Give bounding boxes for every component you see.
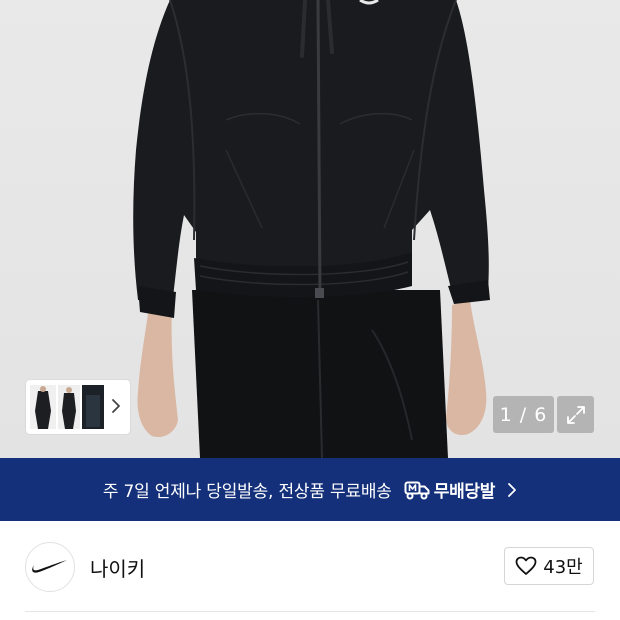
truck-icon	[404, 481, 430, 499]
brand-name[interactable]: 나이키	[90, 553, 145, 582]
image-page-counter: 1 / 6	[493, 396, 554, 433]
heart-icon	[515, 556, 537, 575]
thumbnail-strip[interactable]	[26, 380, 130, 434]
swoosh-icon	[32, 560, 67, 573]
thumbnail-image[interactable]	[58, 385, 80, 429]
product-image-gallery[interactable]: 1 / 6	[0, 0, 620, 458]
chevron-right-icon	[508, 482, 517, 497]
like-button[interactable]: 43만	[504, 547, 594, 585]
thumbnail-image[interactable]	[30, 385, 56, 429]
shipping-banner[interactable]: 주 7일 언제나 당일발송, 전상품 무료배송 무배당발	[0, 458, 620, 521]
section-divider	[25, 611, 595, 612]
thumbnail-image[interactable]	[82, 385, 104, 429]
brand-logo[interactable]	[25, 542, 75, 592]
banner-badge: 무배당발	[404, 477, 495, 502]
expand-button[interactable]	[557, 396, 594, 433]
brand-row: 나이키 43만	[0, 521, 620, 611]
expand-icon	[566, 405, 585, 424]
banner-badge-label: 무배당발	[433, 482, 496, 502]
like-count: 43만	[543, 557, 583, 578]
chevron-right-icon[interactable]	[110, 397, 122, 415]
banner-text: 주 7일 언제나 당일발송, 전상품 무료배송	[102, 482, 392, 502]
